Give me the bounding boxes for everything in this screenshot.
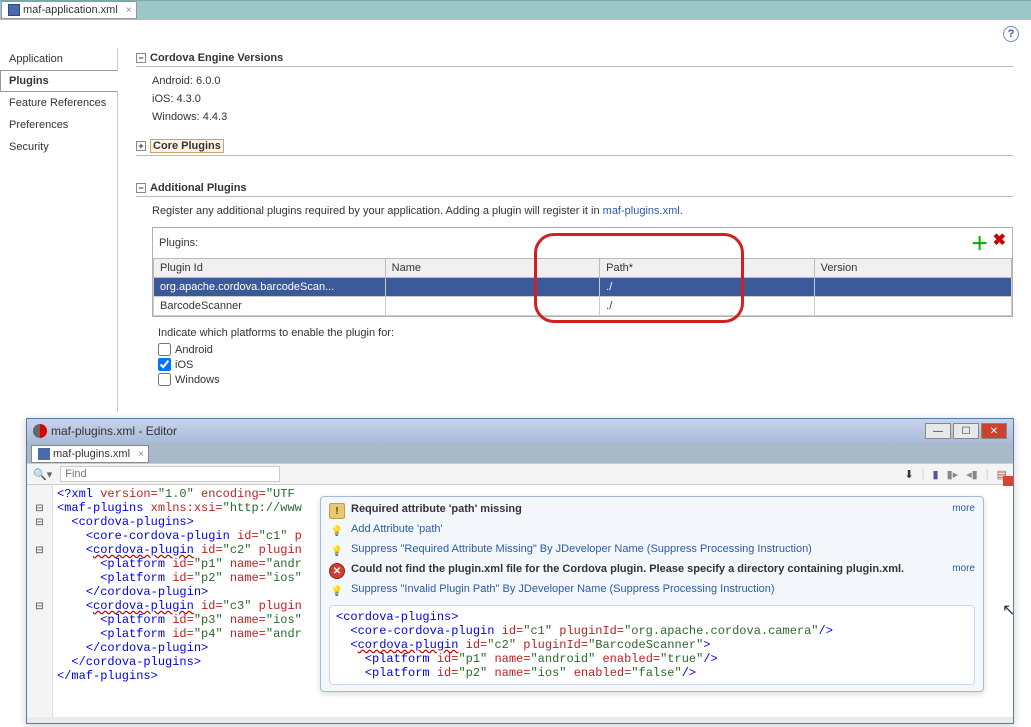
find-input[interactable]	[60, 466, 280, 482]
quickfix-add-attribute[interactable]: Add Attribute 'path'	[351, 523, 443, 535]
error-marker[interactable]	[1003, 476, 1013, 486]
quickfix-panel: more ! Required attribute 'path' missing…	[320, 496, 984, 692]
hint-title: Required attribute 'path' missing	[351, 503, 522, 515]
engine-versions: Android: 6.0.0 iOS: 4.3.0 Windows: 4.4.3	[152, 75, 1013, 123]
sidenav-item-security[interactable]: Security	[0, 136, 117, 158]
col-name[interactable]: Name	[385, 259, 600, 278]
sidenav: Application Plugins Feature References P…	[0, 48, 118, 412]
editor-file-tab[interactable]: maf-plugins.xml ×	[31, 445, 149, 463]
section-additional-plugins: − Additional Plugins	[136, 182, 1013, 197]
hint-code-preview: <cordova-plugins> <core-cordova-plugin i…	[329, 605, 975, 685]
close-icon[interactable]: ×	[138, 449, 144, 460]
collapse-icon[interactable]: −	[136, 53, 146, 63]
maximize-button[interactable]: ☐	[953, 423, 979, 439]
cursor-icon: ↖	[1002, 600, 1031, 620]
lightbulb-icon: 💡	[329, 523, 345, 539]
section-cordova-engine-versions: − Cordova Engine Versions	[136, 52, 1013, 67]
col-version[interactable]: Version	[814, 259, 1011, 278]
xml-file-icon	[38, 448, 50, 460]
error-icon: ✕	[329, 563, 345, 579]
sidenav-item-application[interactable]: Application	[0, 48, 117, 70]
file-tab[interactable]: maf-application.xml ×	[1, 1, 137, 19]
code-editor[interactable]: <?xml version="1.0" encoding="UTF <maf-p…	[53, 485, 306, 717]
quickfix-suppress-invalid-path[interactable]: Suppress "Invalid Plugin Path" By JDevel…	[351, 583, 775, 595]
platform-ios[interactable]: iOS	[158, 358, 1013, 371]
more-link[interactable]: more	[952, 503, 975, 514]
toolbar-button[interactable]: ⬇	[904, 468, 913, 481]
platform-android[interactable]: Android	[158, 343, 1013, 356]
quickfix-suppress-missing[interactable]: Suppress "Required Attribute Missing" By…	[351, 543, 812, 555]
lightbulb-icon: 💡	[329, 583, 345, 599]
add-plugin-button[interactable]: ＋	[971, 230, 989, 256]
warning-icon: !	[329, 503, 345, 519]
toolbar-button[interactable]: ▮▸	[947, 468, 959, 481]
hint-title: Could not find the plugin.xml file for t…	[351, 563, 904, 575]
additional-plugins-desc: Register any additional plugins required…	[152, 205, 1013, 217]
app-icon	[33, 424, 47, 438]
plugins-panel: Plugins: ＋ ✖ Plugin Id Name Path* Versio…	[152, 227, 1013, 317]
platforms-label: Indicate which platforms to enable the p…	[158, 327, 1013, 339]
maf-plugins-link[interactable]: maf-plugins.xml	[603, 205, 680, 217]
col-path[interactable]: Path*	[600, 259, 815, 278]
close-window-button[interactable]: ✕	[981, 423, 1007, 439]
col-plugin-id[interactable]: Plugin Id	[154, 259, 386, 278]
more-link[interactable]: more	[952, 563, 975, 574]
file-tab-label: maf-application.xml	[23, 4, 118, 16]
table-row[interactable]: org.apache.cordova.barcodeScan... ./	[154, 278, 1012, 297]
bookmark-icon[interactable]: ▮	[933, 468, 939, 481]
sidenav-item-preferences[interactable]: Preferences	[0, 114, 117, 136]
table-row[interactable]: BarcodeScanner ./	[154, 297, 1012, 316]
remove-plugin-button[interactable]: ✖	[993, 230, 1006, 256]
plugins-label: Plugins:	[159, 237, 198, 249]
lightbulb-icon: 💡	[329, 543, 345, 559]
minimize-button[interactable]: —	[925, 423, 951, 439]
editor-gutter: ⊟ ⊟ ⊟ ⊟	[27, 485, 53, 717]
sidenav-item-plugins[interactable]: Plugins	[0, 70, 118, 92]
collapse-icon[interactable]: −	[136, 183, 146, 193]
plugins-table: Plugin Id Name Path* Version org.apache.…	[153, 258, 1012, 316]
search-icon[interactable]: 🔍▾	[33, 468, 52, 481]
platform-windows[interactable]: Windows	[158, 373, 1013, 386]
xml-file-icon	[8, 4, 20, 16]
help-icon[interactable]: ?	[1003, 26, 1019, 42]
close-icon[interactable]: ×	[126, 5, 132, 16]
editor-titlebar[interactable]: maf-plugins.xml - Editor — ☐ ✕	[27, 419, 1013, 443]
toolbar-button[interactable]: ◂▮	[966, 468, 978, 481]
sidenav-item-feature-references[interactable]: Feature References	[0, 92, 117, 114]
expand-icon[interactable]: +	[136, 141, 146, 151]
editor-toolbar: 🔍▾ ⬇ | ▮ ▮▸ ◂▮ | ▤	[27, 463, 1013, 485]
section-core-plugins: + Core Plugins	[136, 139, 1013, 156]
